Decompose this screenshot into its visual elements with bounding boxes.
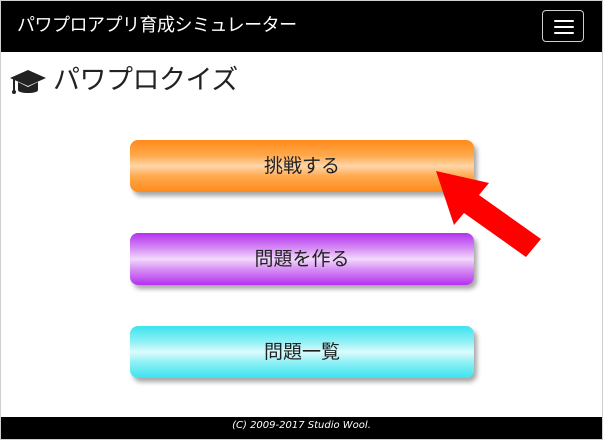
question-list-button[interactable]: 問題一覧 [130,326,474,378]
top-navbar: パワプロアプリ育成シミュレーター [1,1,602,52]
graduation-cap-icon [10,70,46,94]
site-brand[interactable]: パワプロアプリ育成シミュレーター [17,15,297,37]
hamburger-icon [554,20,574,22]
create-question-button[interactable]: 問題を作る [130,233,474,285]
page-title: パワプロクイズ [53,65,238,96]
challenge-button[interactable]: 挑戦する [130,140,474,192]
copyright-text: (C) 2009-2017 Studio Wool. [232,420,371,431]
hamburger-icon [554,32,574,34]
page-footer: (C) 2009-2017 Studio Wool. [1,417,602,439]
hamburger-icon [554,26,574,28]
app-frame: パワプロアプリ育成シミュレーター パワプロクイズ 挑戦する 問題を作る 問題一覧… [0,0,603,440]
red-arrow-icon [436,171,541,257]
menu-toggle-button[interactable] [542,10,584,42]
